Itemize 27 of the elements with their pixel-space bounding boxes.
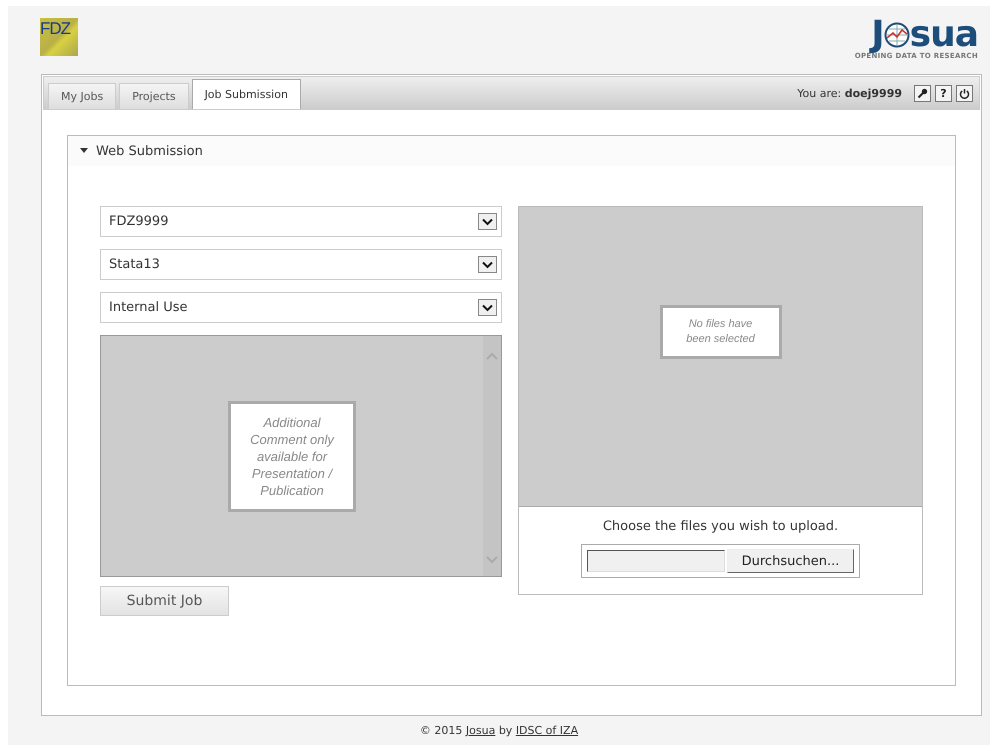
browse-button[interactable]: Durchsuchen... [727,549,854,573]
key-icon[interactable] [914,84,931,102]
chevron-down-icon [482,218,493,226]
user-label: You are: doej9999 [797,86,902,100]
triangle-down-icon [80,148,88,154]
tab[interactable]: Projects [119,83,189,109]
josua-logo-text: sua [910,17,978,53]
file-list-area: No files have been selected [519,207,922,507]
fdz-logo: FDZ [40,18,78,56]
chevron-down-icon [482,304,493,312]
globe-icon [884,22,910,48]
tab[interactable]: Job Submission [192,79,301,109]
file-path-field[interactable] [587,550,725,572]
dropdown[interactable]: Internal Use [100,292,502,323]
footer-link[interactable]: IDSC of IZA [516,724,578,737]
chevron-down-icon [482,260,493,268]
upload-prompt: Choose the files you wish to upload. [602,519,840,534]
power-icon[interactable] [956,84,973,102]
section-header[interactable]: Web Submission [68,136,955,166]
footer-text: © 2015 Josua by IDSC of IZA [420,724,578,737]
dropdown[interactable]: Stata13 [100,249,502,280]
josua-logo-text: J [871,17,884,53]
footer-link[interactable]: Josua [466,724,496,737]
dropdown[interactable]: FDZ9999 [100,206,502,237]
help-button[interactable]: ? [935,84,952,102]
tab[interactable]: My Jobs [48,83,116,109]
submit-button[interactable]: Submit Job [100,586,229,616]
